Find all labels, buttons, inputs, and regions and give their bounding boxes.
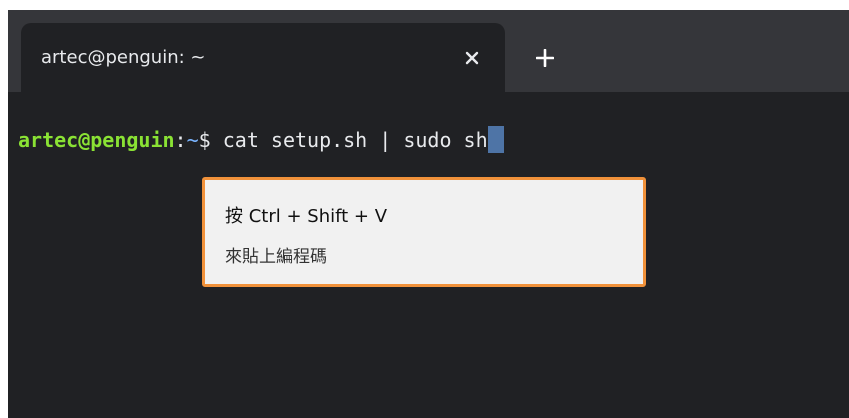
- tab-bar: artec@penguin: ~: [8, 10, 849, 92]
- prompt-colon: :: [174, 128, 187, 152]
- command-text: cat setup.sh | sudo sh: [222, 128, 488, 152]
- prompt-user-host: artec@penguin: [18, 128, 175, 152]
- command-line: artec@penguin:~$ cat setup.sh | sudo sh: [18, 126, 504, 153]
- text-cursor: [487, 126, 504, 153]
- tab-title: artec@penguin: ~: [41, 47, 206, 68]
- plus-icon[interactable]: [535, 48, 555, 68]
- prompt-path: ~: [186, 128, 199, 152]
- prompt-symbol: $: [198, 128, 223, 152]
- callout-shortcut-text: 按 Ctrl + Shift + V: [225, 206, 388, 227]
- instruction-callout: 按 Ctrl + Shift + V 來貼上編程碼: [202, 177, 646, 287]
- callout-description-text: 來貼上編程碼: [225, 247, 327, 267]
- close-icon[interactable]: [463, 49, 481, 67]
- tab-terminal[interactable]: artec@penguin: ~: [21, 23, 505, 92]
